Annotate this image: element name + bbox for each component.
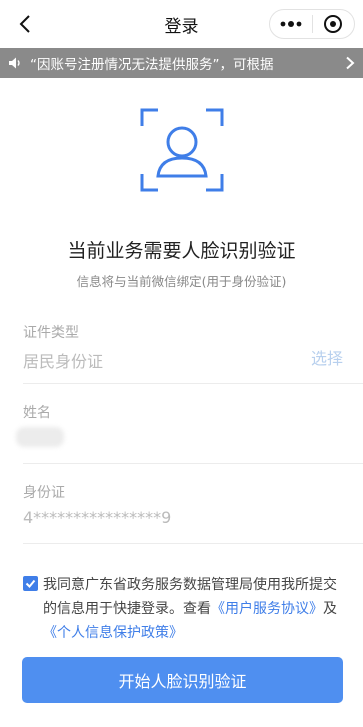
privacy-policy-link[interactable]: 《个人信息保护政策》 [43, 625, 183, 641]
back-arrow-icon[interactable] [14, 12, 38, 36]
choose-id-type-button[interactable]: 选择 [311, 345, 343, 369]
id-type-label: 证件类型 [23, 325, 79, 341]
id-number-field[interactable]: 身份证 4****************9 [23, 482, 343, 527]
name-field[interactable]: 姓名 [23, 402, 343, 422]
face-scan-icon [140, 108, 224, 192]
agreement-and: 及 [323, 601, 337, 617]
notice-bar[interactable]: “因账号注册情况无法提供服务”，可根据 [0, 48, 363, 78]
close-target-icon[interactable] [312, 10, 354, 38]
more-icon[interactable] [270, 10, 312, 38]
mini-program-capsule [269, 9, 355, 39]
speaker-icon [0, 55, 30, 71]
page-title: 登录 [164, 16, 199, 37]
name-value-redacted [16, 427, 64, 447]
chevron-right-icon[interactable] [337, 56, 363, 70]
headline: 当前业务需要人脸识别验证 [67, 240, 296, 262]
subline: 信息将与当前微信绑定(用于身份验证) [76, 274, 287, 289]
id-type-field[interactable]: 证件类型 居民身份证 [23, 322, 343, 372]
start-face-verification-button[interactable]: 开始人脸识别验证 [22, 657, 343, 703]
nav-bar: 登录 [0, 0, 363, 48]
agreement: 我同意广东省政务服务数据管理局使用我所提交的信息用于快捷登录。查看《用户服务协议… [23, 573, 343, 645]
name-label: 姓名 [23, 405, 51, 421]
id-number-value: 4****************9 [23, 508, 172, 527]
agreement-checkbox[interactable] [23, 576, 38, 591]
user-service-agreement-link[interactable]: 《用户服务协议》 [211, 601, 323, 617]
id-number-label: 身份证 [23, 485, 65, 501]
id-type-value: 居民身份证 [23, 352, 104, 371]
notice-text: “因账号注册情况无法提供服务”，可根据 [30, 57, 274, 73]
